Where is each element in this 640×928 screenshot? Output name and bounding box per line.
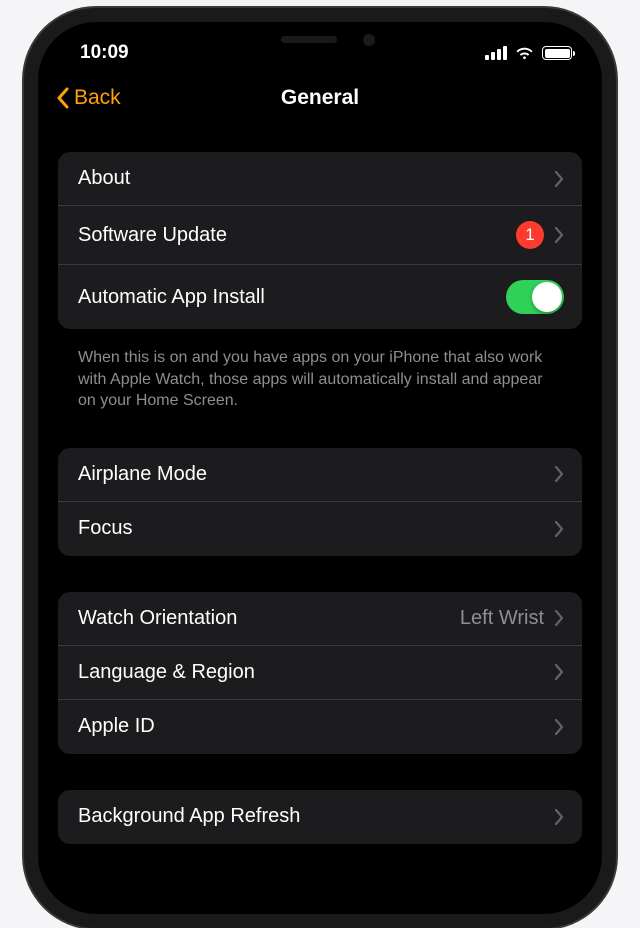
row-automatic-app-install: Automatic App Install <box>58 265 582 329</box>
chevron-right-icon <box>554 610 564 626</box>
chevron-right-icon <box>554 521 564 537</box>
settings-group-2: Airplane Mode Focus <box>58 448 582 556</box>
chevron-right-icon <box>554 664 564 680</box>
back-label: Back <box>74 86 121 110</box>
wifi-icon <box>515 46 534 60</box>
auto-install-toggle[interactable] <box>506 280 564 314</box>
row-background-app-refresh[interactable]: Background App Refresh <box>58 790 582 844</box>
navigation-bar: Back General <box>38 72 602 124</box>
battery-icon <box>542 46 572 60</box>
row-software-update[interactable]: Software Update 1 <box>58 206 582 265</box>
settings-group-4: Background App Refresh <box>58 790 582 844</box>
row-label: Watch Orientation <box>78 607 237 630</box>
update-badge: 1 <box>516 221 544 249</box>
row-airplane-mode[interactable]: Airplane Mode <box>58 448 582 502</box>
chevron-right-icon <box>554 171 564 187</box>
back-button[interactable]: Back <box>56 86 121 110</box>
row-watch-orientation[interactable]: Watch Orientation Left Wrist <box>58 592 582 646</box>
row-label: Focus <box>78 517 132 540</box>
row-value: Left Wrist <box>460 607 544 630</box>
status-time: 10:09 <box>80 42 129 64</box>
row-label: About <box>78 167 130 190</box>
group-footer: When this is on and you have apps on you… <box>58 337 582 412</box>
row-label: Automatic App Install <box>78 286 265 309</box>
page-title: General <box>281 86 359 110</box>
row-label: Background App Refresh <box>78 805 300 828</box>
row-label: Airplane Mode <box>78 463 207 486</box>
row-language-region[interactable]: Language & Region <box>58 646 582 700</box>
row-label: Language & Region <box>78 661 255 684</box>
chevron-right-icon <box>554 809 564 825</box>
cellular-signal-icon <box>485 46 507 60</box>
chevron-right-icon <box>554 466 564 482</box>
chevron-right-icon <box>554 719 564 735</box>
chevron-left-icon <box>56 87 70 109</box>
settings-group-1: About Software Update 1 Automatic App In… <box>58 152 582 329</box>
settings-group-3: Watch Orientation Left Wrist Language & … <box>58 592 582 754</box>
row-about[interactable]: About <box>58 152 582 206</box>
chevron-right-icon <box>554 227 564 243</box>
row-apple-id[interactable]: Apple ID <box>58 700 582 754</box>
row-focus[interactable]: Focus <box>58 502 582 556</box>
row-label: Software Update <box>78 224 227 247</box>
row-label: Apple ID <box>78 715 155 738</box>
